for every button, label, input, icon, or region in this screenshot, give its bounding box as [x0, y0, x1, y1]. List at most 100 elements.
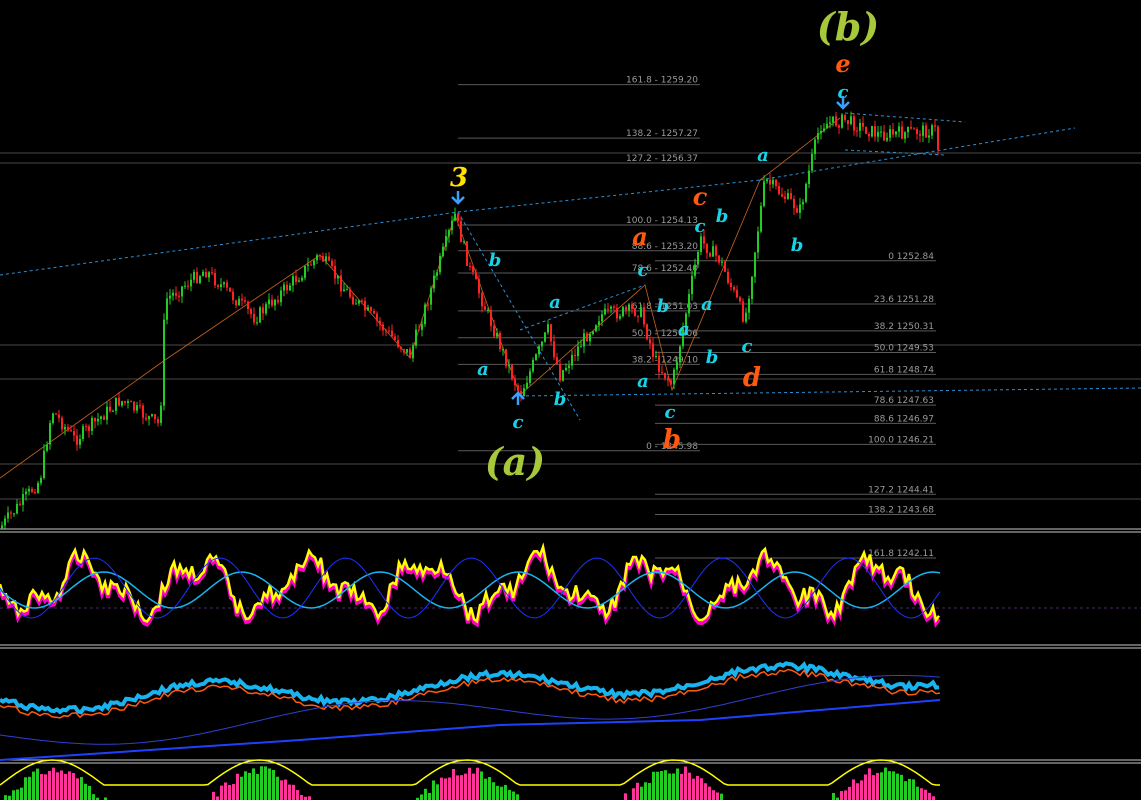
candle-body	[880, 131, 882, 133]
histogram-bar	[664, 770, 667, 800]
candle-body	[628, 304, 630, 311]
candle-body	[724, 261, 726, 272]
candle-body	[592, 331, 594, 335]
candle-body	[427, 304, 429, 306]
candle-body	[787, 193, 789, 199]
fib-right-label: 23.6 1251.28	[874, 295, 934, 305]
candle-body	[385, 330, 387, 332]
histogram-bar	[708, 786, 711, 800]
candle-body	[913, 128, 915, 130]
candle-body	[271, 299, 273, 306]
candle-body	[256, 322, 258, 324]
histogram-bar	[468, 767, 471, 800]
candle-body	[220, 284, 222, 288]
histogram-bar	[624, 793, 627, 800]
candle-body	[289, 285, 291, 291]
fib-right-label: 50.0 1249.53	[874, 343, 934, 353]
candle-body	[760, 205, 762, 232]
candle-body	[475, 272, 477, 280]
histogram-bar	[284, 779, 287, 800]
candle-body	[571, 354, 573, 366]
candle-body	[178, 295, 180, 297]
histogram-bar	[500, 786, 503, 800]
candle-body	[130, 401, 132, 403]
candle-body	[478, 279, 480, 294]
candle-body	[472, 266, 474, 273]
candle-body	[820, 130, 822, 134]
fib-right-label: 0 1252.84	[888, 252, 934, 262]
candle-body	[457, 213, 459, 221]
candle-body	[847, 120, 849, 125]
candle-body	[94, 417, 96, 422]
candle-body	[766, 179, 768, 182]
candle-body	[652, 343, 654, 358]
candle-body	[496, 332, 498, 337]
candle-body	[664, 372, 666, 379]
candle-body	[382, 324, 384, 331]
trendline	[519, 387, 1141, 397]
histogram-bar	[908, 778, 911, 800]
histogram-bar	[64, 773, 67, 800]
candle-body	[85, 426, 87, 428]
candle-body	[307, 264, 309, 266]
wave-label-cyan: b	[489, 250, 502, 271]
candle-body	[577, 346, 579, 357]
histogram-bar	[20, 787, 23, 800]
candle-body	[400, 346, 402, 350]
histogram-bar	[56, 772, 59, 800]
candle-body	[235, 300, 237, 306]
candle-body	[214, 272, 216, 286]
candle-body	[844, 114, 846, 121]
candle-body	[91, 417, 93, 431]
fib-right-label: 127.2 1244.41	[868, 485, 934, 495]
rsi-band-line	[0, 675, 941, 745]
candle-body	[340, 275, 342, 292]
candle-body	[775, 179, 777, 186]
candle-body	[505, 348, 507, 367]
histogram-bar	[496, 785, 499, 800]
wave-label-cyan: a	[701, 294, 713, 315]
candle-body	[601, 314, 603, 322]
candle-body	[31, 488, 33, 493]
histogram-bar	[652, 771, 655, 800]
candle-body	[895, 131, 897, 135]
candle-body	[160, 405, 162, 423]
histogram-bar	[888, 771, 891, 800]
candle-body	[745, 312, 747, 322]
candle-body	[127, 401, 129, 403]
candle-body	[556, 357, 558, 364]
candle-body	[832, 116, 834, 123]
trendlines	[0, 112, 1141, 479]
candle-body	[7, 512, 9, 519]
wave-label-c-orange: c	[693, 182, 708, 211]
trendline	[0, 211, 459, 276]
candle-body	[175, 292, 177, 296]
candle-body	[409, 348, 411, 359]
candle-body	[784, 196, 786, 199]
candle-body	[301, 277, 303, 281]
wave-label-cyan: c	[742, 336, 753, 357]
candle-body	[550, 324, 552, 342]
candle-body	[43, 450, 45, 478]
histogram-bar	[644, 782, 647, 800]
candle-body	[661, 371, 663, 373]
candle-body	[793, 198, 795, 209]
candle-body	[280, 290, 282, 303]
histogram-bar	[224, 782, 227, 800]
histogram-bar	[504, 784, 507, 800]
histogram-bar	[660, 771, 663, 800]
candle-body	[613, 306, 615, 308]
candle-body	[415, 329, 417, 346]
candle-body	[109, 406, 111, 412]
wave-label-3: 3	[450, 163, 468, 193]
candle-body	[535, 354, 537, 360]
candle-body	[1, 525, 3, 528]
candle-body	[658, 355, 660, 372]
wave-label-cyan: c	[665, 402, 676, 423]
candle-body	[703, 236, 705, 244]
candle-body	[22, 494, 24, 505]
candle-body	[802, 201, 804, 205]
candle-body	[532, 359, 534, 372]
histogram-bar	[76, 778, 79, 800]
wave-label-cyan: b	[706, 347, 719, 368]
